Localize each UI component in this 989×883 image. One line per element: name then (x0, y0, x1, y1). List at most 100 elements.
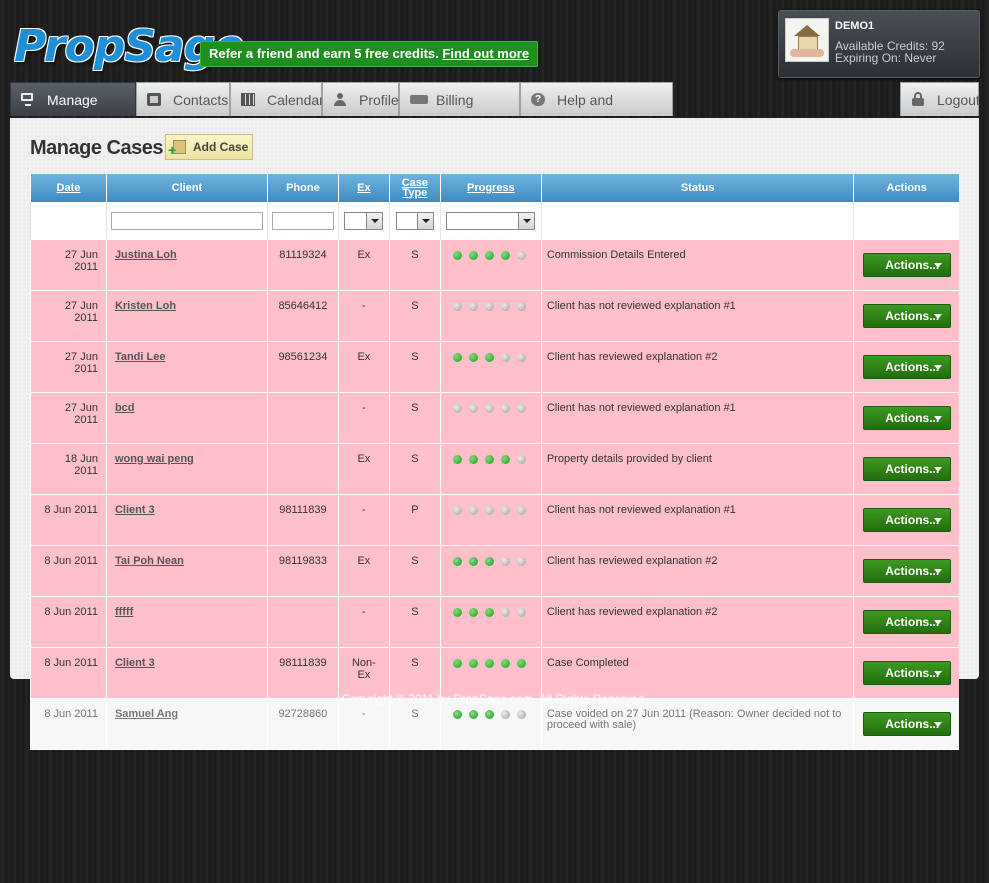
col-date[interactable]: Date (30, 174, 107, 202)
client-link[interactable]: Justina Loh (115, 249, 177, 261)
actions-dropdown-button[interactable]: Actions... (862, 406, 951, 430)
progress-dot-icon (484, 710, 494, 719)
progress-indicator (452, 455, 533, 467)
main-panel: Manage Cases Add Case Date Client Phone … (10, 118, 979, 750)
progress-dot-icon (452, 404, 462, 413)
table-row: 8 Jun 2011 Tai Poh Nean 98119833 Ex S Client … (30, 545, 959, 597)
client-filter-input[interactable] (110, 212, 263, 230)
client-link[interactable]: Kristen Loh (115, 300, 176, 312)
actions-dropdown-button[interactable]: Actions... (862, 712, 951, 736)
progress-cell (439, 698, 542, 750)
progress-dot-icon (516, 506, 526, 515)
client-link[interactable]: Tai Poh Nean (115, 555, 184, 567)
tab-manage-cases[interactable]: Manage Cases (10, 82, 136, 142)
tab-calendar[interactable]: Calendar (230, 82, 324, 116)
actions-dropdown-button[interactable]: Actions... (862, 457, 951, 481)
caret-down-icon (933, 365, 942, 370)
phone-cell: 98111839 (266, 494, 339, 546)
progress-cell (439, 647, 542, 699)
progress-dot-icon (484, 404, 494, 413)
sort-progress-link[interactable]: Progress (467, 182, 515, 194)
tab-label: Profile (359, 92, 399, 108)
client-link[interactable]: wong wai peng (115, 453, 194, 465)
client-link[interactable]: bcd (115, 402, 135, 414)
actions-dropdown-button[interactable]: Actions... (862, 304, 951, 328)
monitor-icon (21, 93, 33, 106)
progress-filter-select[interactable] (446, 212, 536, 230)
client-link[interactable]: fffff (115, 606, 133, 618)
col-phone: Phone (266, 174, 339, 202)
progress-dot-icon (516, 608, 526, 617)
progress-dot-icon (516, 302, 526, 311)
tab-contacts[interactable]: Contacts (136, 82, 230, 116)
phone-cell (266, 443, 339, 495)
progress-dot-icon (500, 659, 510, 668)
progress-indicator (452, 557, 533, 569)
progress-dot-icon (452, 302, 462, 311)
client-cell: Client 3 (105, 647, 268, 699)
find-out-more-link[interactable]: Find out more (442, 46, 529, 61)
col-progress[interactable]: Progress (439, 174, 542, 202)
page-title: Manage Cases (30, 137, 163, 159)
actions-dropdown-button[interactable]: Actions... (862, 355, 951, 379)
phone-filter-input[interactable] (271, 212, 334, 230)
progress-dot-icon (468, 302, 478, 311)
add-case-icon (168, 140, 186, 156)
actions-dropdown-button[interactable]: Actions... (862, 253, 951, 277)
sort-case-type-link[interactable]: Case Type (400, 177, 430, 198)
actions-dropdown-button[interactable]: Actions... (862, 559, 951, 583)
tab-label: Contacts (173, 92, 229, 108)
actions-label: Actions... (885, 564, 940, 578)
add-case-button[interactable]: Add Case (165, 134, 253, 160)
progress-dot-icon (452, 659, 462, 668)
progress-indicator (452, 506, 533, 518)
caret-down-icon (933, 569, 942, 574)
col-case-type[interactable]: Case Type (388, 174, 441, 202)
actions-cell: Actions... (853, 392, 959, 444)
logout-button[interactable]: Logout (900, 82, 980, 116)
client-cell: bcd (105, 392, 268, 444)
client-cell: Tai Poh Nean (105, 545, 268, 597)
actions-dropdown-button[interactable]: Actions... (862, 610, 951, 634)
actions-dropdown-button[interactable]: Actions... (862, 661, 951, 685)
case-type-cell: S (388, 545, 441, 597)
header: PropSage Refer a friend and earn 5 free … (0, 0, 989, 82)
ex-cell: Ex (337, 443, 390, 495)
actions-cell: Actions... (853, 494, 959, 546)
progress-cell (439, 240, 542, 291)
phone-cell: 92728860 (266, 698, 339, 750)
ex-cell: Non-Ex (337, 647, 390, 699)
progress-dot-icon (500, 710, 510, 719)
client-link[interactable]: Client 3 (115, 657, 155, 669)
tab-help-feedback[interactable]: ? Help and Feedback (520, 82, 673, 142)
phone-cell: 98119833 (266, 545, 339, 597)
sort-ex-link[interactable]: Ex (357, 182, 370, 194)
actions-dropdown-button[interactable]: Actions... (862, 508, 951, 532)
client-link[interactable]: Samuel Ang (115, 708, 178, 720)
table-row: 8 Jun 2011 Client 3 98111839- P Client has n… (30, 494, 959, 546)
progress-dot-icon (452, 455, 462, 464)
actions-label: Actions... (885, 513, 940, 527)
table-row: 27 Jun 2011 Tandi Lee 98561234 Ex S Client ha… (30, 341, 959, 393)
actions-label: Actions... (885, 666, 940, 680)
col-ex[interactable]: Ex (337, 174, 390, 202)
progress-cell (439, 494, 542, 546)
client-link[interactable]: Client 3 (115, 504, 155, 516)
chevron-down-icon (518, 213, 535, 229)
ex-filter-select[interactable] (344, 212, 384, 230)
filter-row (30, 202, 959, 240)
ex-cell: - (337, 392, 390, 444)
progress-indicator (452, 404, 533, 416)
tab-profile[interactable]: Profile (322, 82, 399, 116)
progress-dot-icon (468, 251, 478, 260)
case-type-filter-select[interactable] (395, 212, 434, 230)
actions-cell: Actions... (853, 341, 959, 393)
progress-indicator (452, 608, 533, 620)
tab-billing-history[interactable]: Billing History (399, 82, 520, 142)
client-link[interactable]: Tandi Lee (115, 351, 166, 363)
date-cell: 8 Jun 2011 (30, 545, 107, 597)
case-type-cell: P (388, 494, 441, 546)
caret-down-icon (933, 467, 942, 472)
table-row: 8 Jun 2011 Client 3 98111839 Non-Ex S Case Co… (30, 647, 959, 699)
sort-date-link[interactable]: Date (57, 182, 81, 194)
